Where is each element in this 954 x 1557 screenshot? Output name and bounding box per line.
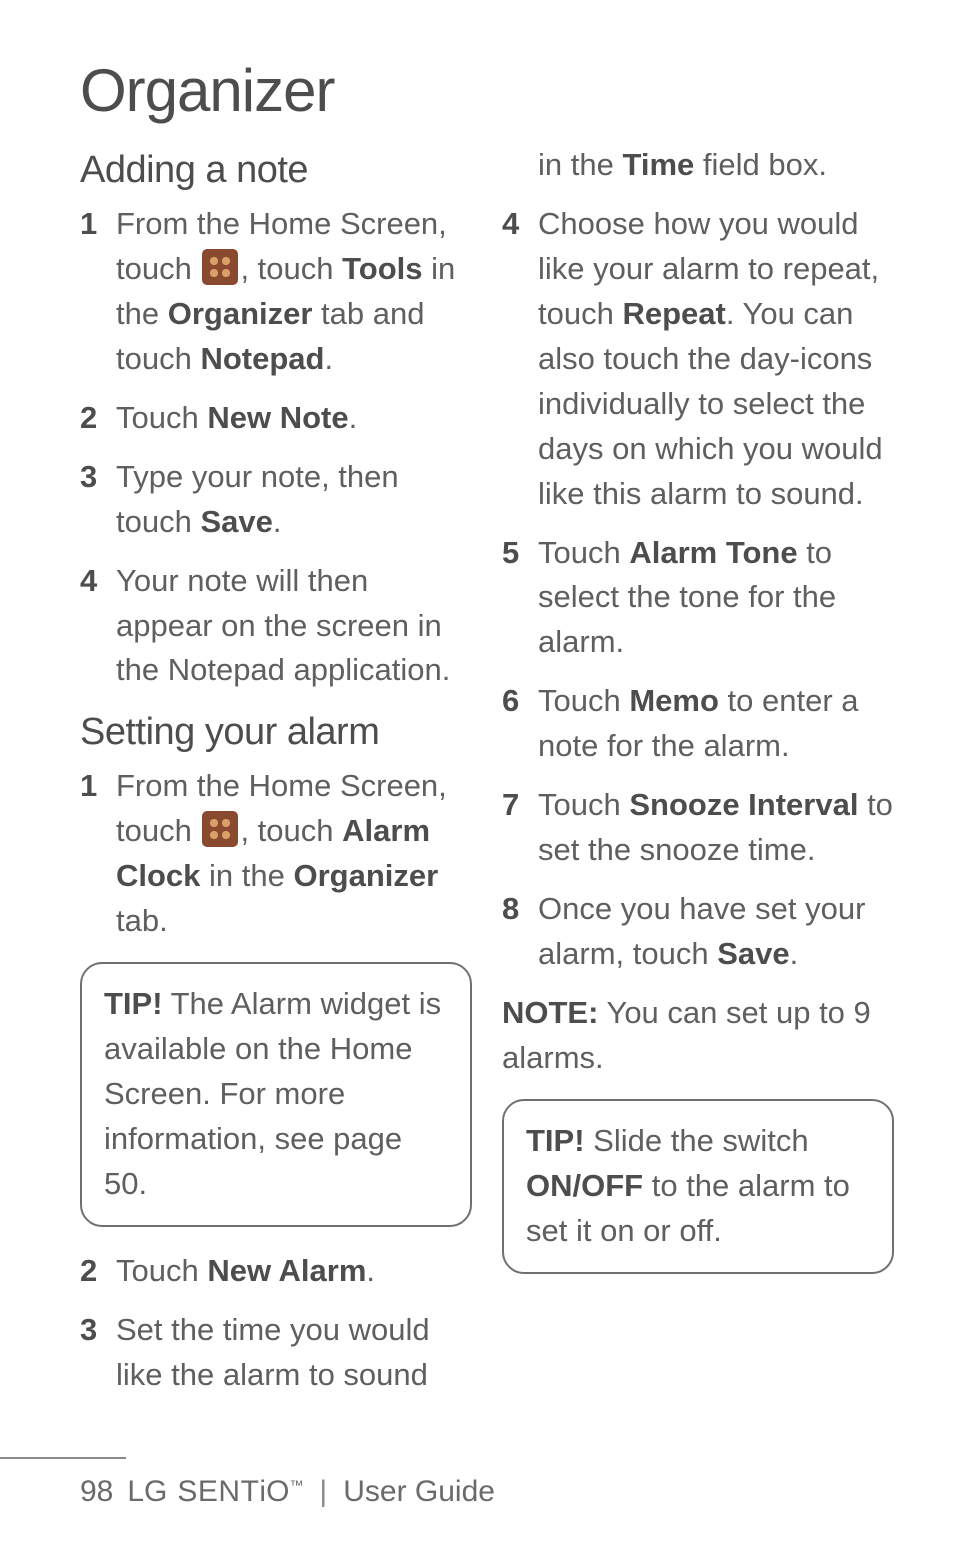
separator: | [319,1475,327,1509]
step-body: From the Home Screen, touch , touch Alar… [116,764,472,944]
note-max-alarms: NOTE: You can set up to 9 alarms. [502,991,894,1081]
page-title: Organizer [80,56,894,125]
tip-label: TIP! [104,986,163,1021]
step-number: 3 [80,455,116,500]
bold: New Note [207,400,348,435]
content-columns: Adding a note 1 From the Home Screen, to… [80,143,894,1412]
setting-alarm-step-4: 4 Choose how you would like your alarm t… [502,202,894,517]
text: Touch [116,1253,207,1288]
bold: Snooze Interval [629,787,858,822]
footer-rule [0,1457,126,1459]
text: . [273,504,282,539]
text: Slide the switch [585,1123,809,1158]
step-body: From the Home Screen, touch , touch Tool… [116,202,472,382]
text: field box. [694,147,827,182]
setting-alarm-step-5: 5 Touch Alarm Tone to select the tone fo… [502,531,894,666]
tip-label: TIP! [526,1123,585,1158]
setting-alarm-step-2: 2 Touch New Alarm. [80,1249,472,1294]
step-body: Touch New Alarm. [116,1249,472,1294]
text: Touch [538,787,629,822]
step-body: Choose how you would like your alarm to … [538,202,894,517]
step-number: 7 [502,783,538,828]
apps-grid-icon [202,249,238,285]
tip-box-on-off: TIP! Slide the switch ON/OFF to the alar… [502,1099,894,1274]
text: in the [200,858,293,893]
setting-alarm-step-3: 3 Set the time you would like the alarm … [80,1308,472,1398]
page-footer: 98 LG SENTiO™ | User Guide [80,1475,495,1509]
bold: Tools [342,251,422,286]
setting-alarm-step-3-cont: in the Time field box. [502,143,894,188]
brand-b: iO [259,1475,289,1508]
text: . [349,400,358,435]
right-column: in the Time field box. 4 Choose how you … [502,143,894,1412]
step-number: 5 [502,531,538,576]
text: Touch [538,535,629,570]
bold: Repeat [622,296,725,331]
bold: Memo [629,683,719,718]
step-number: 8 [502,887,538,932]
step-number: 4 [80,559,116,604]
setting-alarm-step-7: 7 Touch Snooze Interval to set the snooz… [502,783,894,873]
heading-setting-alarm: Setting your alarm [80,711,472,754]
adding-note-step-1: 1 From the Home Screen, touch , touch To… [80,202,472,382]
text: Once you have set your alarm, touch [538,891,865,971]
step-number: 1 [80,202,116,247]
text: Touch [538,683,629,718]
step-body: Touch Memo to enter a note for the alarm… [538,679,894,769]
text: , touch [240,251,342,286]
lg-logo-text: LG [127,1475,167,1509]
brand-name: SENTiO™ [177,1475,303,1509]
bold: ON/OFF [526,1168,643,1203]
text: . [366,1253,375,1288]
apps-grid-icon [202,811,238,847]
text: tab. [116,903,168,938]
bold: New Alarm [207,1253,366,1288]
setting-alarm-step-1: 1 From the Home Screen, touch , touch Al… [80,764,472,944]
step-body: in the Time field box. [538,143,894,188]
bold: Organizer [293,858,438,893]
step-number: 4 [502,202,538,247]
step-number: 1 [80,764,116,809]
trademark-icon: ™ [289,1477,303,1493]
page-number: 98 [80,1475,113,1509]
brand-a: SENT [177,1475,259,1508]
setting-alarm-step-6: 6 Touch Memo to enter a note for the ala… [502,679,894,769]
adding-note-step-4: 4 Your note will then appear on the scre… [80,559,472,694]
setting-alarm-step-8: 8 Once you have set your alarm, touch Sa… [502,887,894,977]
text: Touch [116,400,207,435]
note-label: NOTE: [502,995,598,1030]
left-column: Adding a note 1 From the Home Screen, to… [80,143,472,1412]
text: in the [538,147,622,182]
bold: Time [622,147,694,182]
bold: Save [200,504,272,539]
step-number: 3 [80,1308,116,1353]
tip-box-alarm-widget: TIP! The Alarm widget is available on th… [80,962,472,1227]
text: . [790,936,799,971]
step-body: Your note will then appear on the screen… [116,559,472,694]
bold: Organizer [168,296,313,331]
bold: Notepad [200,341,324,376]
step-body: Set the time you would like the alarm to… [116,1308,472,1398]
step-number: 2 [80,1249,116,1294]
step-body: Touch Alarm Tone to select the tone for … [538,531,894,666]
step-body: Type your note, then touch Save. [116,455,472,545]
text: , touch [240,813,342,848]
guide-label: User Guide [343,1475,495,1509]
step-body: Touch New Note. [116,396,472,441]
adding-note-step-2: 2 Touch New Note. [80,396,472,441]
step-number: 2 [80,396,116,441]
text: . [324,341,333,376]
bold: Save [717,936,789,971]
step-body: Once you have set your alarm, touch Save… [538,887,894,977]
step-body: Touch Snooze Interval to set the snooze … [538,783,894,873]
heading-adding-note: Adding a note [80,149,472,192]
adding-note-step-3: 3 Type your note, then touch Save. [80,455,472,545]
step-number: 6 [502,679,538,724]
bold: Alarm Tone [629,535,797,570]
